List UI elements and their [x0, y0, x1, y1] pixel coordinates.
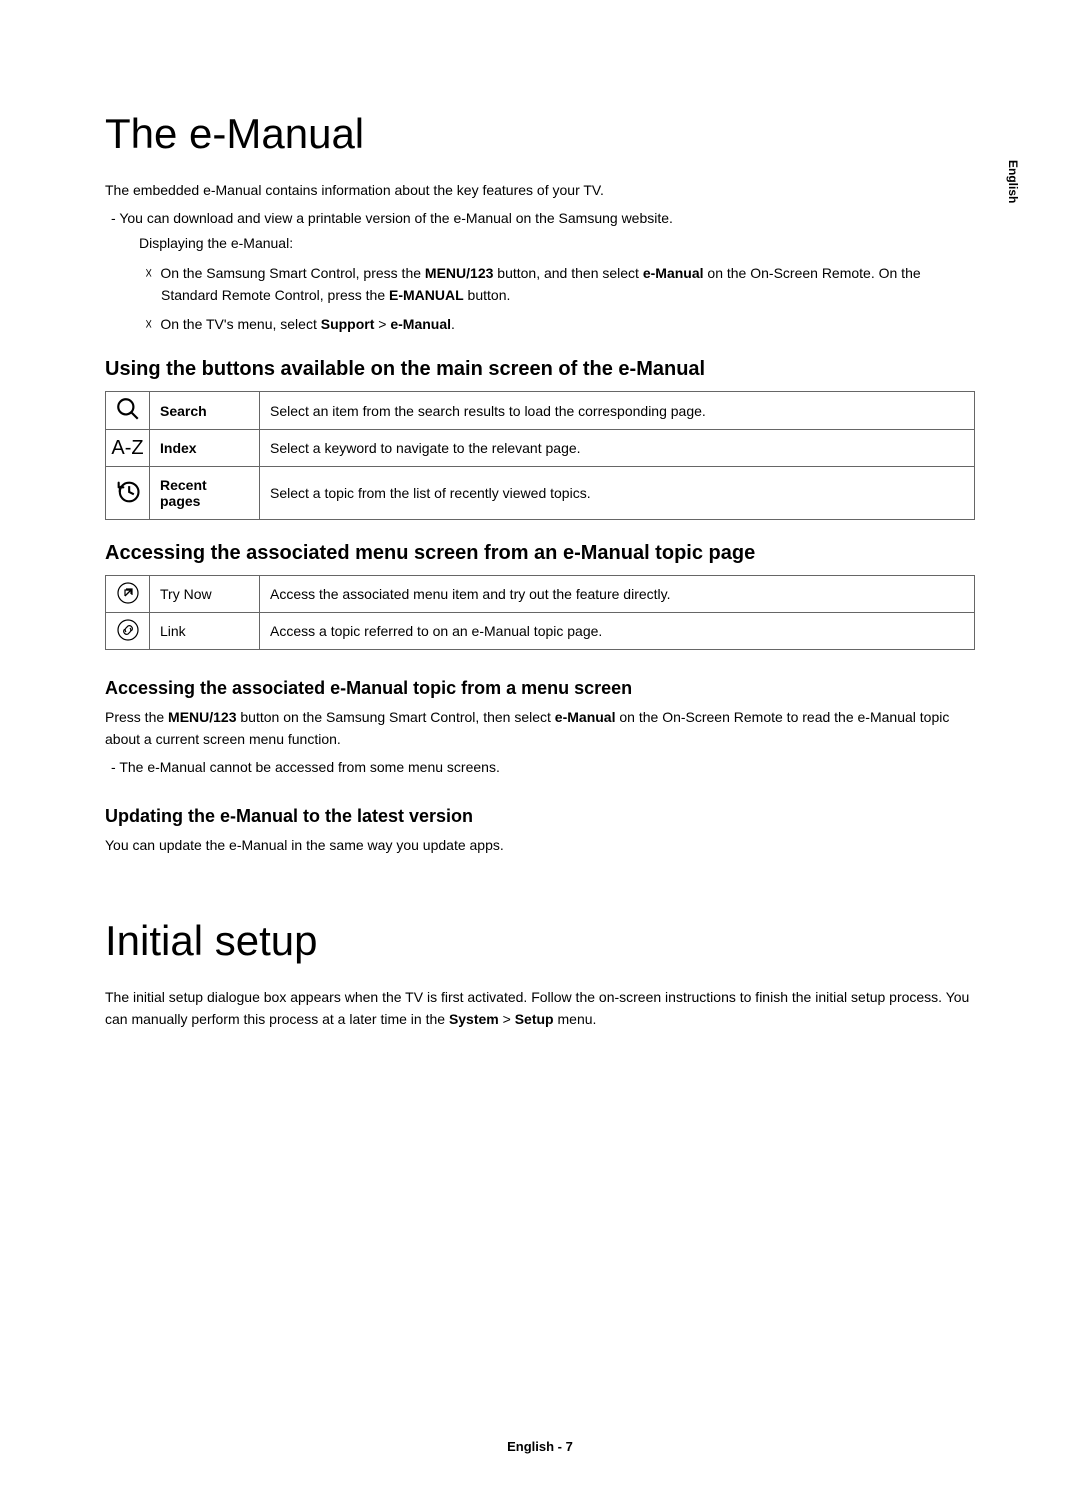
- table-row: Link Access a topic referred to on an e-…: [106, 613, 975, 650]
- x-item-tv-menu: On the TV's menu, select Support > e-Man…: [105, 314, 975, 336]
- recent-pages-desc: Select a topic from the list of recently…: [260, 467, 975, 520]
- table-main-buttons: Search Select an item from the search re…: [105, 391, 975, 520]
- table-row: Try Now Access the associated menu item …: [106, 576, 975, 613]
- table-row: A-Z Index Select a keyword to navigate t…: [106, 430, 975, 467]
- try-now-desc: Access the associated menu item and try …: [260, 576, 975, 613]
- index-icon: A-Z: [106, 430, 150, 467]
- subheading-main-buttons: Using the buttons available on the main …: [105, 358, 975, 381]
- search-desc: Select an item from the search results t…: [260, 392, 975, 430]
- recent-pages-label: Recent pages: [150, 467, 260, 520]
- heading-e-manual: The e-Manual: [105, 110, 975, 158]
- heading-initial-setup: Initial setup: [105, 917, 975, 965]
- link-label: Link: [150, 613, 260, 650]
- search-label: Search: [150, 392, 260, 430]
- table-row: Recent pages Select a topic from the lis…: [106, 467, 975, 520]
- index-desc: Select a keyword to navigate to the rele…: [260, 430, 975, 467]
- subheading-updating: Updating the e-Manual to the latest vers…: [105, 806, 975, 827]
- displaying-subhead: Displaying the e-Manual:: [105, 233, 975, 255]
- from-menu-text: Press the MENU/123 button on the Samsung…: [105, 707, 975, 750]
- link-icon: [106, 613, 150, 650]
- search-icon: [106, 392, 150, 430]
- intro-text: The embedded e-Manual contains informati…: [105, 180, 975, 202]
- initial-setup-text: The initial setup dialogue box appears w…: [105, 987, 975, 1030]
- side-language-label: English: [1006, 160, 1020, 203]
- table-row: Search Select an item from the search re…: [106, 392, 975, 430]
- try-now-label: Try Now: [150, 576, 260, 613]
- subheading-from-menu: Accessing the associated e-Manual topic …: [105, 678, 975, 699]
- dash-cannot-access: The e-Manual cannot be accessed from som…: [105, 757, 975, 779]
- updating-text: You can update the e-Manual in the same …: [105, 835, 975, 857]
- subheading-topic-page: Accessing the associated menu screen fro…: [105, 542, 975, 565]
- x-item-smart-control: On the Samsung Smart Control, press the …: [105, 263, 975, 306]
- dash-download-note: You can download and view a printable ve…: [105, 208, 975, 230]
- link-desc: Access a topic referred to on an e-Manua…: [260, 613, 975, 650]
- try-now-icon: [106, 576, 150, 613]
- table-topic-page: Try Now Access the associated menu item …: [105, 575, 975, 650]
- page-footer: English - 7: [0, 1439, 1080, 1454]
- index-label: Index: [150, 430, 260, 467]
- recent-pages-icon: [106, 467, 150, 520]
